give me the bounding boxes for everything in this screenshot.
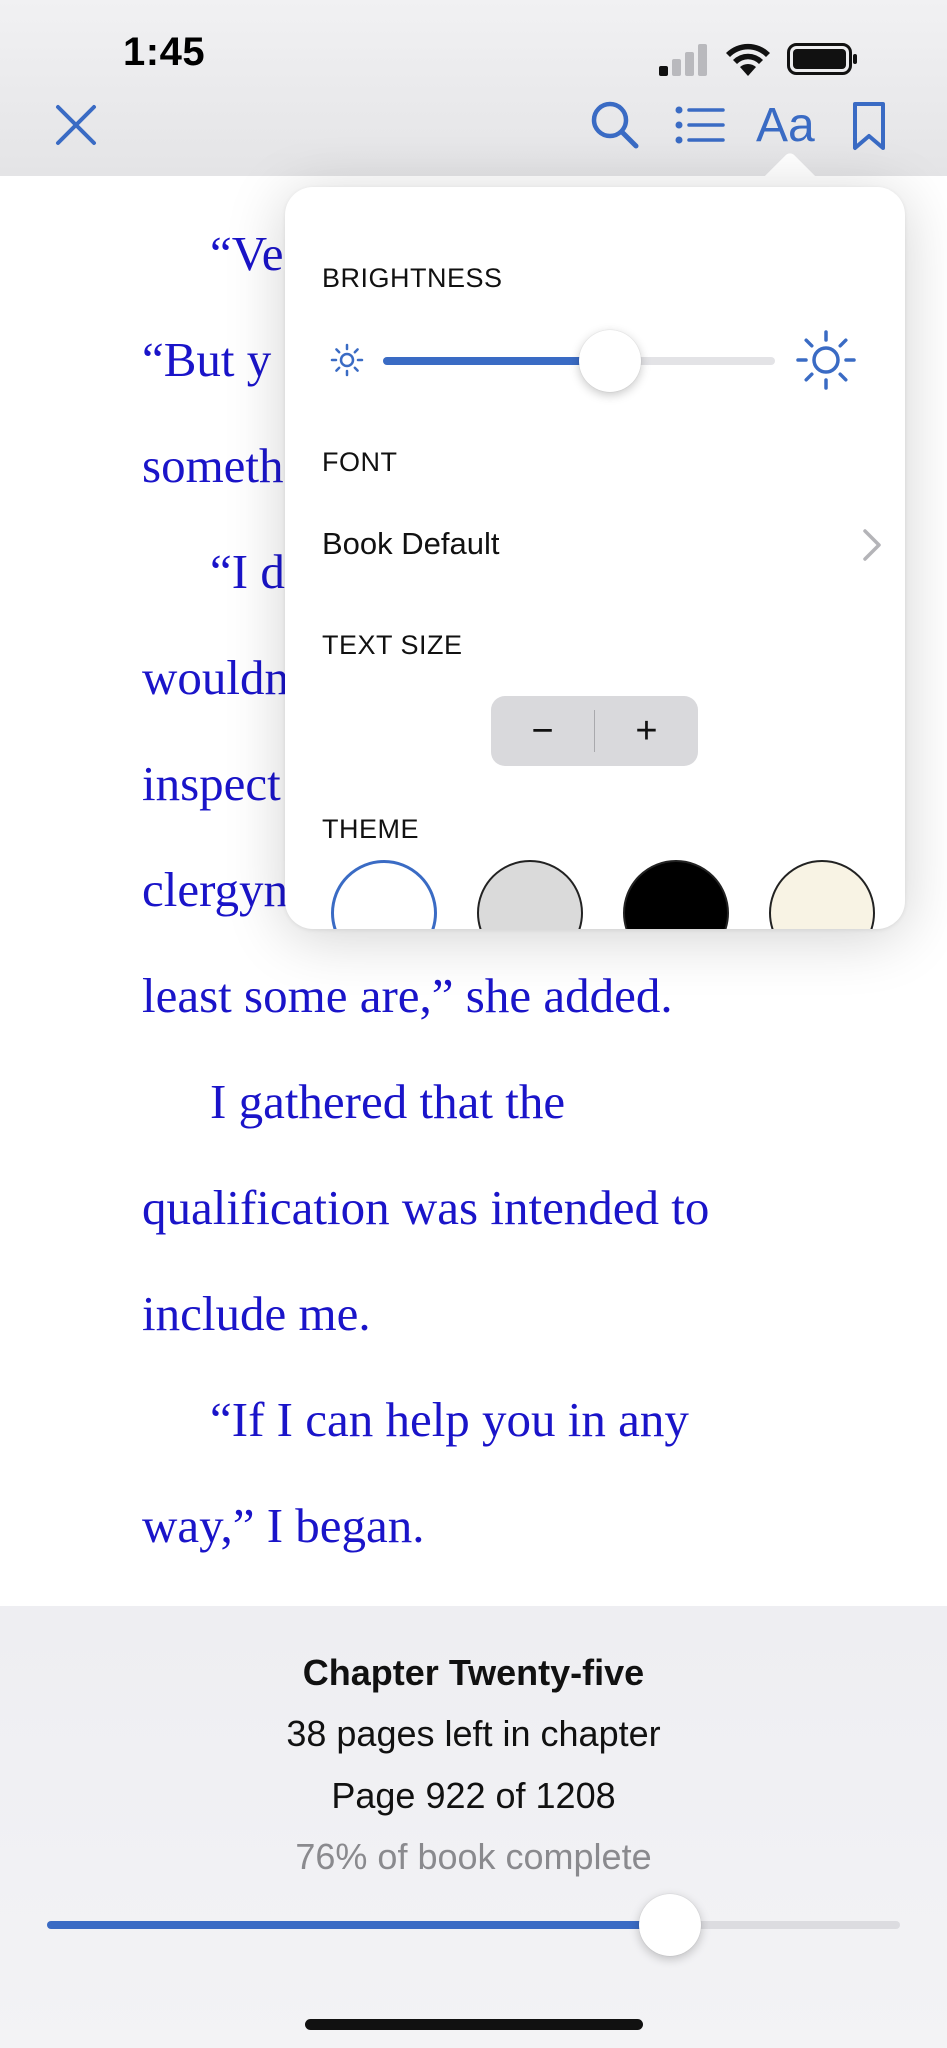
page-number-text: Page 922 of 1208 [331,1775,616,1816]
chevron-right-icon [863,529,881,561]
text-line: “But y [142,332,272,387]
text-size-label: TEXT SIZE [322,630,463,660]
bookmark-icon[interactable] [852,101,886,151]
search-icon[interactable] [590,100,640,150]
text-line: clergyn [142,862,289,917]
battery-icon [787,43,857,75]
brightness-high-icon [796,330,856,390]
text-line: qualification was intended to [142,1180,710,1235]
home-indicator[interactable] [305,2019,643,2030]
wifi-icon [726,43,770,76]
brightness-label: BRIGHTNESS [322,263,503,293]
close-icon[interactable] [55,104,97,146]
percent-complete-text: 76% of book complete [295,1836,652,1877]
book-progress-fill [47,1921,670,1929]
font-label: FONT [322,447,398,477]
text-line: “If I can help you in any [210,1392,689,1447]
table-of-contents-icon[interactable] [675,106,725,144]
text-line: least some are,” she added. [142,968,673,1023]
font-value: Book Default [322,526,500,561]
appearance-popover: BRIGHTNESS FONT Book Default TEXT SIZE −… [285,187,905,929]
chapter-title: Chapter Twenty-five [302,1652,645,1693]
text-line: “I d [210,544,285,599]
font-selector[interactable]: Book Default [322,522,882,572]
text-line: wouldn [142,650,289,705]
text-size-stepper: − + [491,696,698,766]
increase-text-size-button[interactable]: + [595,696,698,766]
text-line: someth [142,438,284,493]
text-line: way,” I began. [142,1498,425,1553]
text-line: include me. [142,1286,371,1341]
book-progress-knob[interactable] [639,1894,701,1956]
theme-white-swatch[interactable] [331,860,437,929]
brightness-slider-fill [383,357,610,365]
theme-gray-swatch[interactable] [477,860,583,929]
cellular-signal-icon [659,44,707,76]
brightness-slider-knob[interactable] [579,330,641,392]
theme-label: THEME [322,814,419,844]
brightness-slider[interactable] [383,330,775,392]
decrease-text-size-button[interactable]: − [491,696,594,766]
text-line: I gathered that the [210,1074,566,1129]
theme-black-swatch[interactable] [623,860,729,929]
status-time: 1:45 [123,30,206,74]
theme-sepia-swatch[interactable] [769,860,875,929]
text-line: “Ve [210,226,284,281]
status-icons [659,38,879,78]
brightness-low-icon [330,343,364,377]
book-progress-slider[interactable] [47,1894,900,1956]
pages-left-text: 38 pages left in chapter [286,1713,661,1754]
text-format-icon[interactable]: Aa [756,98,815,153]
top-toolbar: 1:45 Aa [0,0,947,176]
text-line: inspect [142,756,281,811]
